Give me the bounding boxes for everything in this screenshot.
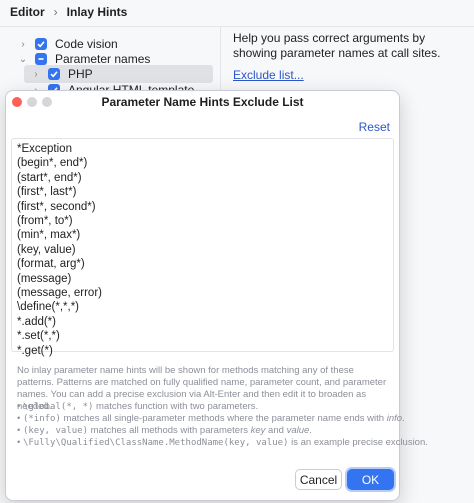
example-item: • \Fully\Qualified\ClassName.MethodName(… [17,437,428,448]
tree-item-label: Parameter names [55,52,151,66]
help-text: Help you pass correct arguments by showi… [233,31,441,60]
example-code: \Fully\Qualified\ClassName.MethodName(ke… [22,438,289,448]
tree-item-label: Code vision [55,37,118,51]
pattern-line[interactable]: (first*, second*) [17,201,96,213]
breadcrumb: Editor › Inlay Hints [10,5,127,19]
chevron-right-icon: › [53,5,58,19]
chevron-right-icon[interactable]: › [30,69,42,80]
pattern-line[interactable]: (begin*, end*) [17,157,87,169]
example-emphasis: key [250,425,266,436]
pattern-line[interactable]: \define(*,*,*) [17,301,79,313]
example-code: \global(*, *) [22,402,94,412]
example-emphasis: info [386,413,403,424]
example-text: matches all single-parameter methods whe… [60,413,387,424]
example-emphasis: value [286,425,310,436]
example-text: and [265,425,287,436]
cancel-button[interactable]: Cancel [295,469,342,490]
pattern-line[interactable]: (message) [17,273,71,285]
pattern-line[interactable]: *.set(*,*) [17,330,60,342]
dialog-titlebar[interactable]: Parameter Name Hints Exclude List [6,91,399,113]
tree-item-label: PHP [68,67,93,81]
breadcrumb-current: Inlay Hints [66,5,128,19]
pattern-line[interactable]: (from*, to*) [17,215,73,227]
checkbox-checked-icon[interactable] [48,68,60,80]
examples-list: • \global(*, *) matches function with tw… [17,401,428,449]
pattern-line[interactable]: (first*, last*) [17,186,76,198]
example-text: . [402,413,405,424]
example-text: matches all methods with parameters [88,425,251,436]
breadcrumb-root[interactable]: Editor [10,5,45,19]
exclude-list-link[interactable]: Exclude list... [233,68,304,82]
example-item: • \global(*, *) matches function with tw… [17,401,259,412]
patterns-editor[interactable]: *Exception (begin*, end*) (start*, end*) (f… [11,138,394,357]
chevron-right-icon[interactable]: › [17,39,29,50]
checkbox-partial-icon[interactable] [35,53,47,65]
example-text: matches function with two parameters. [93,401,259,412]
pattern-line[interactable]: (format, arg*) [17,258,85,270]
pattern-line[interactable]: *.add(*) [17,316,56,328]
example-item: • (*info) matches all single-parameter m… [17,413,405,424]
ok-button[interactable]: OK [347,469,394,490]
pattern-line[interactable]: *Exception [17,143,72,155]
pattern-line[interactable]: (min*, max*) [17,229,80,241]
pattern-line[interactable]: *.get(*) [17,345,53,357]
chevron-down-icon[interactable]: ⌄ [17,54,29,65]
pattern-line[interactable]: (message, error) [17,287,102,299]
reset-link[interactable]: Reset [359,120,390,134]
example-item: • (key, value) matches all methods with … [17,425,312,436]
dialog-title: Parameter Name Hints Exclude List [101,95,304,109]
checkbox-checked-icon[interactable] [35,38,47,50]
exclude-list-dialog: Parameter Name Hints Exclude List Reset … [5,90,428,501]
panel-splitter[interactable] [220,27,221,97]
example-code: (key, value) [22,426,88,436]
example-text: is an example precise exclusion. [288,437,428,448]
pattern-line[interactable]: (key, value) [17,244,76,256]
pattern-line[interactable]: (start*, end*) [17,172,82,184]
example-code: (*info) [22,414,61,424]
example-text: . [309,425,312,436]
